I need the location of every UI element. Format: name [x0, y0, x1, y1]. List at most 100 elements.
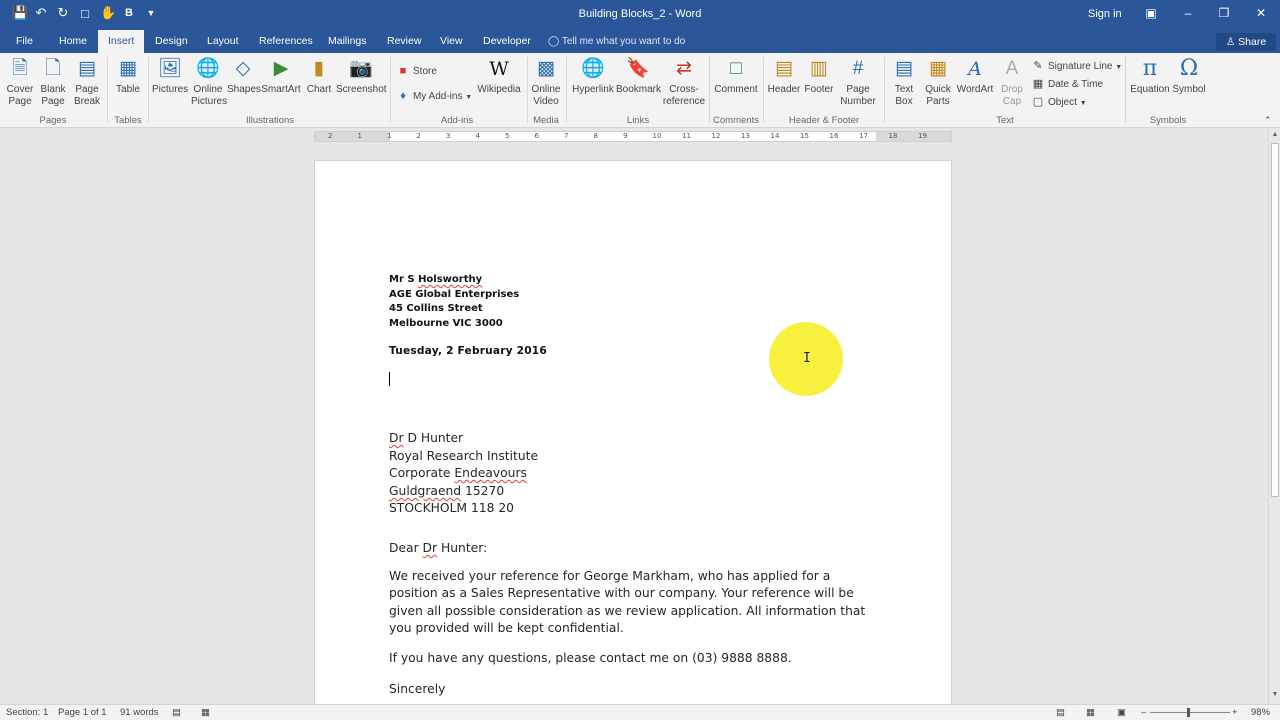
vertical-scrollbar[interactable]: ▲ ▼ [1268, 129, 1280, 704]
sign-in-link[interactable]: Sign in [1088, 8, 1122, 20]
ruler-number: 16 [829, 132, 839, 140]
ruler-number: 10 [652, 132, 662, 140]
tab-design[interactable]: Design [145, 30, 198, 53]
bookmark-icon: 🔖 [626, 58, 650, 79]
omega-icon: Ω [1179, 56, 1199, 81]
cross-reference-button[interactable]: ⇄ Cross- reference [662, 57, 706, 108]
collapse-ribbon-icon[interactable]: ⌃ [1264, 115, 1272, 126]
screenshot-label: Screenshot [336, 84, 387, 95]
signature-line-button[interactable]: ✎ Signature Line ▼ [1031, 59, 1122, 72]
zoom-in-icon[interactable]: + [1232, 707, 1238, 718]
table-button[interactable]: ▦ Table [112, 57, 144, 96]
page-break-button[interactable]: ▤ Page Break [72, 57, 102, 108]
tab-mailings[interactable]: Mailings [318, 30, 377, 53]
comment-icon: □ [730, 58, 742, 79]
footer-label: Footer [804, 84, 834, 95]
tab-review[interactable]: Review [377, 30, 431, 53]
bookmark-button[interactable]: 🔖 Bookmark [616, 57, 661, 96]
text-box-button[interactable]: ▤ Text Box [889, 57, 919, 108]
wikipedia-icon: W [489, 58, 509, 80]
zoom-level[interactable]: 98% [1251, 707, 1270, 718]
quick-parts-icon: ▦ [929, 58, 947, 79]
section-indicator[interactable]: Section: 1 [6, 707, 48, 718]
shapes-icon: ◇ [235, 58, 251, 79]
word-count[interactable]: 91 words [120, 707, 159, 718]
ruler-number: 15 [800, 132, 809, 140]
tab-insert[interactable]: Insert [98, 30, 145, 53]
contact-paragraph: If you have any questions, please contac… [389, 651, 792, 665]
scroll-down-icon[interactable]: ▼ [1269, 691, 1280, 698]
group-label-addins: Add-ins [440, 115, 474, 126]
zoom-slider-thumb[interactable] [1187, 708, 1190, 717]
ruler-numbers: 2 1 1 2 3 4 5 6 7 8 9 10 11 12 13 14 15 16 17 18 19 [314, 131, 952, 143]
date-time-button[interactable]: ▦ Date & Time [1031, 77, 1103, 90]
shapes-button[interactable]: ◇ Shapes [227, 57, 261, 96]
print-layout-icon[interactable]: ▦ [1086, 707, 1095, 718]
wordart-button[interactable]: A WordArt [955, 57, 995, 96]
web-layout-icon[interactable]: ▣ [1117, 707, 1126, 718]
title-bar: 💾 ↶ ↻ □ ✋ B ▼ Building Blocks_2 - Word S… [0, 0, 1280, 30]
cover-page-button[interactable]: 🗎 Cover Page [3, 57, 37, 108]
blank-page-button[interactable]: 🗋 Blank Page [38, 57, 68, 108]
online-video-button[interactable]: ▩ Online Video [530, 57, 562, 108]
store-button[interactable]: ■ Store [396, 65, 437, 77]
footer-button[interactable]: ▥ Footer [802, 57, 836, 96]
tab-layout[interactable]: Layout [197, 30, 249, 53]
scroll-thumb[interactable] [1271, 143, 1279, 497]
ruler-number: 2 [416, 132, 421, 140]
document-page[interactable]: Mr S Holsworthy AGE Global Enterprises 4… [314, 160, 952, 705]
share-button[interactable]: ♙ Share [1216, 33, 1276, 51]
macro-recording-icon[interactable]: ▦ [201, 707, 210, 718]
comment-button[interactable]: □ Comment [713, 57, 759, 96]
restore-icon[interactable]: ❐ [1214, 6, 1234, 20]
group-separator [107, 57, 108, 123]
recipient-street-a: Guldgraend [389, 484, 462, 498]
sender-company: AGE Global Enterprises [389, 289, 520, 300]
page-number-button[interactable]: # Page Number [836, 57, 880, 108]
recipient-company-b: Endeavours [454, 466, 527, 480]
table-label: Table [116, 84, 140, 95]
chevron-down-icon: ▼ [465, 94, 473, 101]
close-icon[interactable]: ✕ [1251, 6, 1271, 20]
store-icon: ■ [399, 65, 407, 77]
smartart-button[interactable]: ▶ SmartArt [261, 57, 301, 96]
tell-me-search[interactable]: ◯ Tell me what you want to do [548, 30, 685, 53]
symbol-button[interactable]: Ω Symbol [1171, 57, 1207, 96]
pictures-button[interactable]: 🖼 Pictures [152, 57, 188, 96]
online-pictures-button[interactable]: 🌐 Online Pictures [191, 57, 227, 108]
signature-icon: ✎ [1033, 60, 1043, 72]
page-indicator[interactable]: Page 1 of 1 [58, 707, 107, 718]
ruler-number: 14 [770, 132, 780, 140]
tab-developer[interactable]: Developer [473, 30, 541, 53]
tab-home[interactable]: Home [49, 30, 97, 53]
calendar-icon: ▦ [1032, 78, 1044, 90]
proofing-icon[interactable]: ▤ [172, 707, 181, 718]
lightbulb-icon: ◯ [548, 36, 560, 47]
ruler-number: 7 [564, 132, 569, 140]
tab-file[interactable]: File [6, 30, 43, 53]
quick-parts-button[interactable]: ▦ Quick Parts [921, 57, 955, 108]
wikipedia-button[interactable]: W Wikipedia [477, 57, 521, 96]
equation-button[interactable]: π Equation [1129, 57, 1171, 96]
scroll-up-icon[interactable]: ▲ [1269, 131, 1280, 138]
date-time-label: Date & Time [1048, 79, 1104, 90]
cross-reference-icon: ⇄ [676, 58, 692, 79]
zoom-slider[interactable] [1150, 712, 1230, 713]
zoom-out-icon[interactable]: – [1141, 707, 1146, 718]
object-button[interactable]: ▢ Object ▼ [1031, 95, 1087, 108]
header-button[interactable]: ▤ Header [766, 57, 802, 96]
read-mode-icon[interactable]: ▤ [1056, 707, 1065, 718]
ruler-number: 11 [682, 132, 691, 140]
hyperlink-button[interactable]: 🌐 Hyperlink [571, 57, 615, 96]
tab-references[interactable]: References [249, 30, 323, 53]
drop-cap-button[interactable]: A Drop Cap [997, 57, 1027, 108]
symbol-label: Symbol [1172, 84, 1206, 95]
tab-view[interactable]: View [430, 30, 473, 53]
ribbon-display-options-icon[interactable]: ▣ [1141, 6, 1161, 20]
minimize-icon[interactable]: – [1178, 6, 1198, 20]
screenshot-button[interactable]: 📷 Screenshot [336, 57, 387, 96]
group-label-symbols: Symbols [1149, 115, 1187, 126]
chart-button[interactable]: ▮ Chart [304, 57, 334, 96]
my-addins-button[interactable]: ♦ My Add-ins ▼ [396, 90, 472, 102]
wikipedia-label: Wikipedia [477, 84, 521, 95]
